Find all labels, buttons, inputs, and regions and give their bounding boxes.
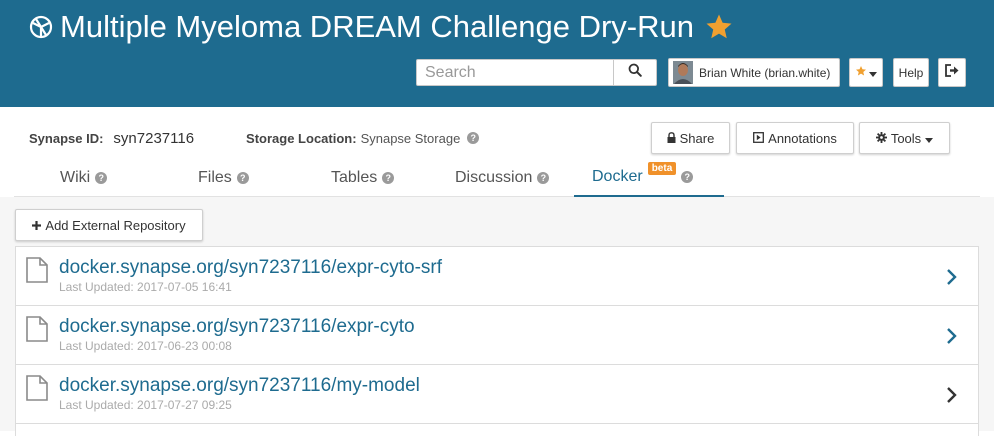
chevron-right-icon[interactable] [946, 386, 958, 404]
search-button[interactable] [613, 59, 657, 86]
storage-location-value: Synapse Storage [360, 130, 461, 146]
beta-badge: beta [647, 162, 677, 175]
tab-label: Wiki [60, 168, 91, 186]
lock-icon [667, 131, 676, 146]
caret-down-icon [925, 131, 934, 146]
help-icon[interactable]: ? [382, 171, 395, 184]
tab-label: Files [198, 168, 232, 186]
synapse-id-label: Synapse ID: [29, 130, 104, 146]
user-menu-button[interactable]: Brian White (brian.white) [668, 58, 840, 87]
last-updated-text: Last Updated: 2017-07-27 09:25 [59, 398, 232, 412]
avatar [673, 61, 693, 84]
project-title: Multiple Myeloma DREAM Challenge Dry-Run [60, 9, 694, 44]
annotations-button[interactable]: Annotations [736, 122, 854, 154]
favorite-star-icon[interactable] [704, 12, 734, 42]
user-name-label: Brian White (brian.white) [699, 65, 831, 80]
help-icon[interactable]: ? [537, 171, 550, 184]
caret-down-icon [869, 64, 877, 82]
file-icon [26, 375, 48, 401]
storage-help-icon[interactable]: ? [467, 132, 480, 144]
share-button[interactable]: Share [651, 122, 730, 154]
last-updated-text: Last Updated: 2017-06-23 00:08 [59, 339, 232, 353]
star-icon [855, 64, 867, 82]
list-item[interactable]: docker.synapse.org/syn7237116/expr-cyto-… [16, 247, 978, 306]
title-row: Multiple Myeloma DREAM Challenge Dry-Run [28, 8, 734, 46]
tab-label: Tables [331, 168, 378, 186]
help-icon[interactable]: ? [681, 170, 694, 183]
search-icon [628, 63, 642, 82]
list-item[interactable]: docker.synapse.org/syn7237116/my-model L… [16, 365, 978, 424]
tab-label: Discussion [455, 168, 533, 186]
synapse-logo-icon[interactable] [28, 14, 54, 40]
repository-name-link[interactable]: docker.synapse.org/syn7237116/my-model [59, 375, 420, 397]
chevron-right-icon[interactable] [946, 268, 958, 286]
storage-location-label: Storage Location: [246, 130, 357, 146]
top-header: Multiple Myeloma DREAM Challenge Dry-Run… [0, 0, 994, 107]
gear-icon [875, 131, 887, 146]
entity-metadata: Synapse ID: syn7237116 Storage Location:… [29, 128, 480, 148]
repository-name-link[interactable]: docker.synapse.org/syn7237116/expr-cyto [59, 316, 415, 338]
share-label: Share [679, 130, 715, 146]
entity-tabs: Wiki ? Files ? Tables ? Discussion ? Doc… [14, 158, 980, 197]
file-icon [26, 316, 48, 342]
logout-button[interactable] [938, 58, 966, 87]
help-icon[interactable]: ? [236, 171, 249, 184]
annotations-label: Annotations [768, 130, 837, 146]
last-updated-text: Last Updated: 2017-07-05 16:41 [59, 280, 232, 294]
tab-tables[interactable]: Tables ? [331, 158, 395, 197]
tab-files[interactable]: Files ? [198, 158, 249, 197]
tab-wiki[interactable]: Wiki ? [60, 158, 108, 197]
repository-name-link[interactable]: docker.synapse.org/syn7237116/expr-cyto-… [59, 257, 442, 279]
add-external-repository-button[interactable]: Add External Repository [15, 209, 203, 241]
tab-discussion[interactable]: Discussion ? [455, 158, 550, 197]
tab-docker[interactable]: Docker beta ? [574, 158, 724, 197]
annotations-icon [753, 131, 765, 146]
sign-out-icon [945, 63, 959, 82]
favorites-menu-button[interactable] [849, 58, 883, 87]
tools-menu-button[interactable]: Tools [859, 122, 950, 154]
docker-repository-list: docker.synapse.org/syn7237116/expr-cyto-… [15, 246, 979, 436]
plus-icon [32, 218, 42, 233]
chevron-right-icon[interactable] [946, 327, 958, 345]
search-input[interactable] [416, 59, 614, 86]
help-button[interactable]: Help [893, 58, 929, 87]
add-repository-label: Add External Repository [45, 217, 186, 233]
synapse-id-value: syn7237116 [113, 129, 195, 147]
help-icon[interactable]: ? [95, 171, 108, 184]
tab-label: Docker [592, 167, 643, 185]
tools-label: Tools [890, 130, 922, 146]
file-icon [26, 257, 48, 283]
list-item[interactable]: docker.synapse.org/syn7237116/expr-cyto … [16, 306, 978, 365]
